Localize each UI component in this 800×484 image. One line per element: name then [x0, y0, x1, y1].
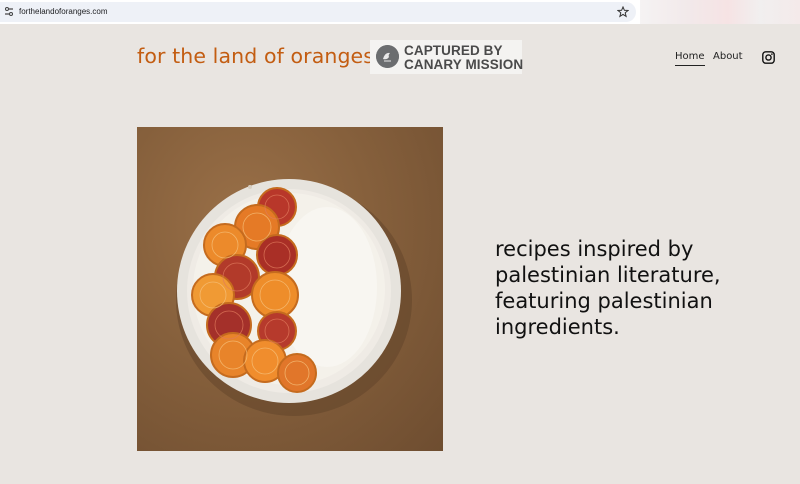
address-bar[interactable]: forthelandoforanges.com [0, 2, 636, 22]
canary-mission-logo-icon [376, 45, 399, 68]
extensions-area [640, 0, 800, 24]
bookmark-star-icon[interactable] [617, 6, 629, 18]
site-title[interactable]: for the land of oranges [137, 44, 374, 68]
nav-home-link[interactable]: Home [675, 51, 705, 66]
nav-about-link[interactable]: About [713, 51, 743, 62]
cake-illustration [176, 179, 412, 416]
url-text[interactable]: forthelandoforanges.com [19, 7, 108, 16]
instagram-icon[interactable] [762, 51, 775, 64]
captured-badge: CAPTURED BY CANARY MISSION [370, 40, 524, 74]
hero-tagline: recipes inspired by palestinian literatu… [495, 237, 721, 339]
hero-cake-image [137, 127, 443, 451]
badge-line-2: CANARY MISSION [404, 57, 524, 72]
site-info-icon[interactable] [4, 6, 14, 18]
browser-toolbar: forthelandoforanges.com [0, 0, 800, 24]
badge-line-1: CAPTURED BY [404, 43, 503, 58]
